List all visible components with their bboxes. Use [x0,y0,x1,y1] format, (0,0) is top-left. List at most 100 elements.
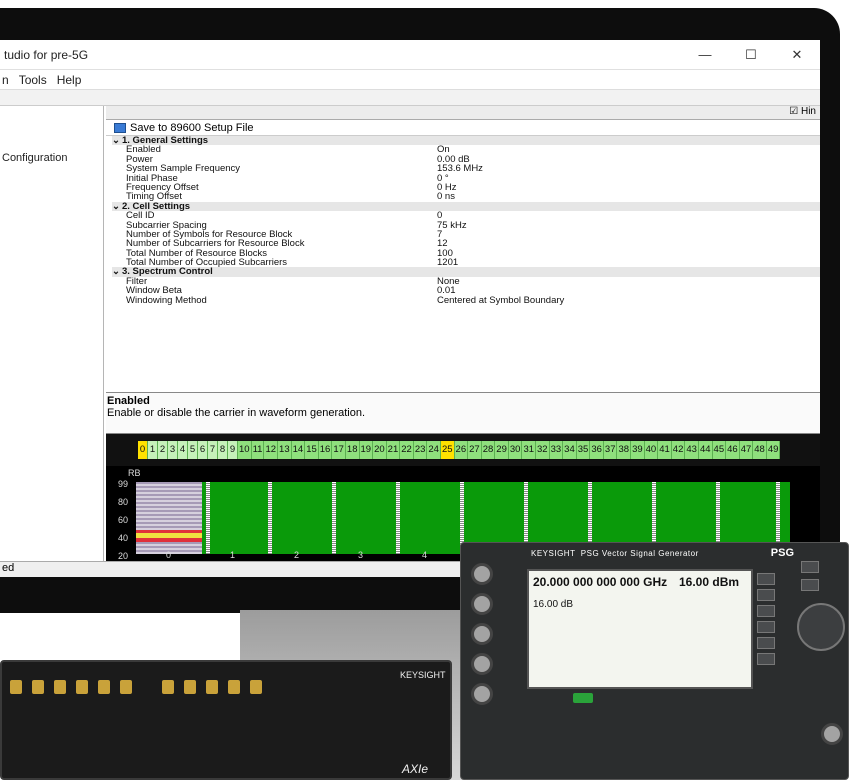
rf-connector [162,680,174,694]
slot-33[interactable]: 33 [549,441,564,459]
connector [821,723,843,745]
property-row[interactable]: Initial Phase 0 ° [112,173,820,183]
property-row[interactable]: System Sample Frequency 153.6 MHz [112,164,820,174]
softkey[interactable] [757,621,775,633]
slot-31[interactable]: 31 [522,441,537,459]
window-title: tudio for pre-5G [4,47,89,62]
property-name: 1. General Settings [121,135,209,146]
slot-27[interactable]: 27 [468,441,482,459]
slot-29[interactable]: 29 [495,441,509,459]
slot-3[interactable]: 3 [168,441,178,459]
menu-item-help[interactable]: Help [57,73,82,87]
slot-22[interactable]: 22 [400,441,414,459]
softkey[interactable] [757,637,775,649]
amplitude-key[interactable] [801,579,819,591]
slot-5[interactable]: 5 [188,441,198,459]
softkey[interactable] [757,573,775,585]
slot-32[interactable]: 32 [536,441,550,459]
slot-48[interactable]: 48 [753,441,767,459]
slot-2[interactable]: 2 [158,441,168,459]
property-row[interactable]: Windowing Method Centered at Symbol Bound… [112,295,820,305]
slot-6[interactable]: 6 [198,441,208,459]
hint-checkbox[interactable]: ☑ Hin [106,106,820,120]
slot-23[interactable]: 23 [413,441,428,459]
rf-connector [206,680,218,694]
nav-item-configuration[interactable]: Configuration [2,152,67,164]
maximize-button[interactable]: ☐ [728,47,774,63]
rf-connector [250,680,262,694]
property-value[interactable]: 0 ns [437,192,455,202]
slot-42[interactable]: 42 [671,441,686,459]
slot-28[interactable]: 28 [481,441,496,459]
slot-17[interactable]: 17 [332,441,346,459]
slot-35[interactable]: 35 [576,441,591,459]
slot-24[interactable]: 24 [427,441,441,459]
navigation-tree: Configuration [0,106,104,561]
property-name: 2. Cell Settings [121,200,191,212]
close-button[interactable]: ✕ [774,47,820,63]
slot-37[interactable]: 37 [603,441,618,459]
slot-0[interactable]: 0 [138,441,148,459]
chevron-down-icon[interactable]: ⌄ [112,267,120,277]
slot-49[interactable]: 49 [766,441,781,459]
property-row[interactable]: Total Number of Occupied Subcarriers 1201 [112,258,820,268]
frequency-key[interactable] [801,561,819,573]
slot-21[interactable]: 21 [386,441,401,459]
slot-7[interactable]: 7 [208,441,218,459]
slot-10[interactable]: 10 [238,441,252,459]
menu-item-tools[interactable]: Tools [19,73,47,87]
property-name: Enabled [126,144,161,156]
application-window: tudio for pre-5G — ☐ ✕ n Tools Help Conf… [0,40,820,577]
softkey[interactable] [757,653,775,665]
property-row[interactable]: Frequency Offset 0 Hz [112,182,820,192]
property-value[interactable]: 1201 [437,258,458,268]
slot-25[interactable]: 25 [440,441,455,459]
slot-19[interactable]: 19 [359,441,374,459]
x-tick: 0 [166,550,172,560]
save-setup-button[interactable]: Save to 89600 Setup File [106,120,820,136]
property-value[interactable]: Centered at Symbol Boundary [437,295,564,305]
softkey[interactable] [757,589,775,601]
property-section[interactable]: ⌄ 1. General Settings [112,136,820,145]
property-row[interactable]: Filter None [112,276,820,286]
slot-34[interactable]: 34 [563,441,577,459]
slot-46[interactable]: 46 [726,441,740,459]
axie-chassis: KEYSIGHT AXIe [0,660,452,780]
slot-12[interactable]: 12 [264,441,279,459]
property-section[interactable]: ⌄ 3. Spectrum Control [112,267,820,277]
softkey[interactable] [757,605,775,617]
slot-16[interactable]: 16 [318,441,333,459]
rotary-knob[interactable] [797,603,845,651]
slot-1[interactable]: 1 [148,441,158,459]
slot-43[interactable]: 43 [685,441,699,459]
slot-38[interactable]: 38 [617,441,632,459]
y-tick: 20 [118,551,129,561]
slot-41[interactable]: 41 [658,441,672,459]
slot-20[interactable]: 20 [373,441,387,459]
chevron-down-icon[interactable]: ⌄ [112,136,120,146]
slot-45[interactable]: 45 [712,441,727,459]
slot-14[interactable]: 14 [291,441,306,459]
slot-4[interactable]: 4 [178,441,188,459]
slot-15[interactable]: 15 [305,441,319,459]
slot-39[interactable]: 39 [631,441,645,459]
slot-11[interactable]: 11 [251,441,265,459]
y-tick: 60 [118,515,129,525]
slot-9[interactable]: 9 [228,441,238,459]
minimize-button[interactable]: — [682,47,728,62]
description-panel: Enabled Enable or disable the carrier in… [106,392,820,434]
slot-40[interactable]: 40 [644,441,659,459]
chevron-down-icon[interactable]: ⌄ [112,201,120,211]
slot-36[interactable]: 36 [590,441,604,459]
slot-26[interactable]: 26 [454,441,469,459]
slot-30[interactable]: 30 [508,441,523,459]
property-section[interactable]: ⌄ 2. Cell Settings [112,200,820,212]
slot-44[interactable]: 44 [698,441,713,459]
slot-47[interactable]: 47 [739,441,754,459]
property-row[interactable]: Timing Offset 0 ns [112,192,820,202]
slot-18[interactable]: 18 [345,441,360,459]
menu-item-partial[interactable]: n [2,73,9,87]
slot-13[interactable]: 13 [278,441,292,459]
preset-button[interactable] [573,693,593,703]
slot-8[interactable]: 8 [218,441,228,459]
